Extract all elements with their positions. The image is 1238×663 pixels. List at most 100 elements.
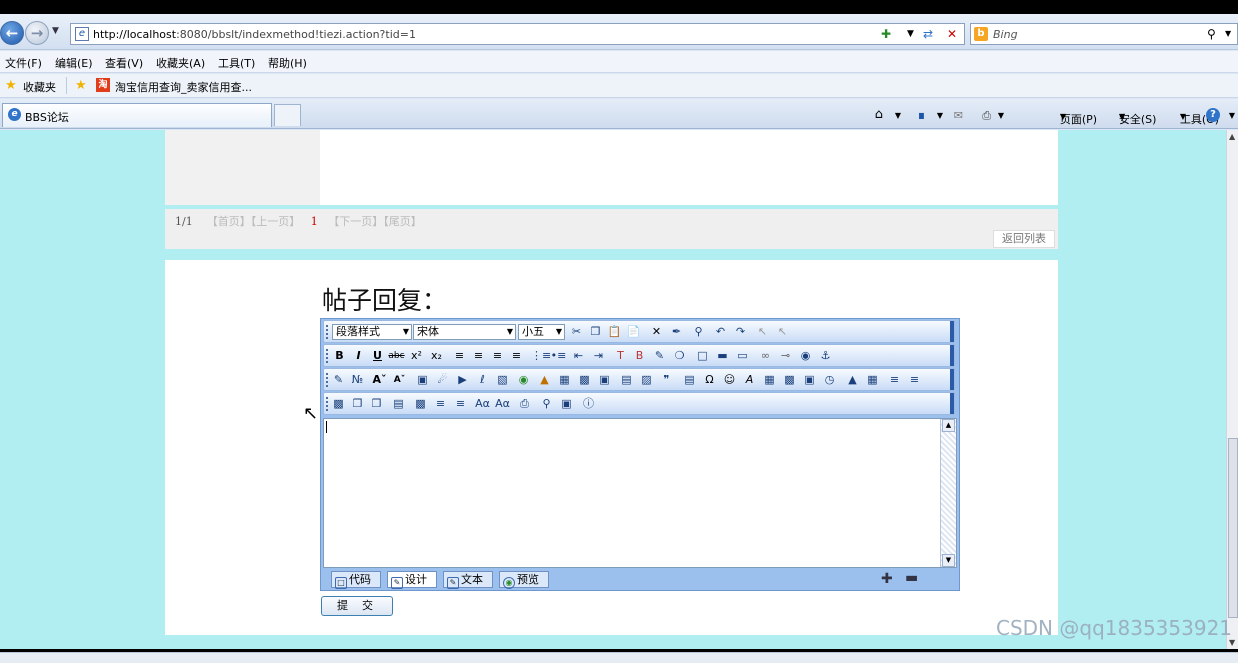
scroll-down-icon[interactable]: ▼ — [942, 554, 955, 567]
mode-code-tab[interactable]: □ 代码 — [331, 571, 381, 589]
fullscreen-icon[interactable]: ▣ — [558, 396, 575, 412]
print-icon[interactable]: ⎙ — [982, 109, 991, 123]
horizontal-rule-icon[interactable]: ▬ — [714, 348, 731, 364]
form-icon[interactable]: ▩ — [781, 372, 798, 388]
unordered-list-icon[interactable]: •≡ — [550, 348, 567, 364]
italic-icon[interactable]: I — [350, 348, 367, 364]
absolute-position-icon[interactable]: ▩ — [330, 396, 347, 412]
background-color-icon[interactable]: B — [631, 348, 648, 364]
font-smaller-icon[interactable]: Aˇ — [391, 372, 408, 388]
editor-scrollbar[interactable]: ▲ ▼ — [940, 419, 956, 567]
code-block-icon[interactable]: ▨ — [638, 372, 655, 388]
menu-view[interactable]: 查看(V) — [105, 55, 143, 71]
history-dropdown-icon[interactable]: ▼ — [52, 26, 59, 36]
menu-file[interactable]: 文件(F) — [5, 55, 42, 71]
scroll-up-icon[interactable]: ▲ — [1229, 132, 1235, 141]
copy-icon[interactable]: ❐ — [587, 324, 604, 340]
paragraph-style-select[interactable]: 段落样式 ▼ — [332, 324, 412, 340]
upload-icon[interactable]: ▲ — [536, 372, 553, 388]
attachment-icon[interactable]: ℓ — [474, 372, 491, 388]
submit-button[interactable]: 提交 — [321, 596, 393, 616]
date-icon[interactable]: ▤ — [681, 372, 698, 388]
font-larger-icon[interactable]: Aˇ — [371, 372, 388, 388]
justify-icon[interactable]: ≡ — [508, 348, 525, 364]
page-menu[interactable]: 页面(P) ▼ — [1060, 109, 1097, 126]
file-icon[interactable]: ▧ — [494, 372, 511, 388]
media-icon[interactable]: ▶ — [454, 372, 471, 388]
bring-forward-icon[interactable]: ❐ — [349, 396, 366, 412]
help-dropdown-icon[interactable]: ▼ — [1229, 111, 1235, 120]
search-icon[interactable]: ⚲ — [1207, 27, 1216, 41]
scrollbar-thumb[interactable] — [1228, 438, 1238, 618]
frame-icon[interactable]: ▤ — [390, 396, 407, 412]
tools-menu[interactable]: 工具(O) ▼ — [1180, 109, 1219, 126]
mode-design-tab[interactable]: ✎ 设计 — [387, 571, 437, 589]
subscript-icon[interactable]: x₂ — [428, 348, 445, 364]
help-icon[interactable]: ? — [1206, 108, 1220, 122]
delete-icon[interactable]: ✕ — [648, 324, 665, 340]
align-left-icon[interactable]: ≡ — [451, 348, 468, 364]
back-to-list-button[interactable]: 返回列表 — [993, 230, 1055, 248]
font-family-select[interactable]: 宋体 ▼ — [413, 324, 516, 340]
favorite-link-taobao[interactable]: 淘宝信用查询_卖家信用查... — [115, 79, 252, 95]
font-size-select[interactable]: 小五 ▼ — [518, 324, 565, 340]
outdent-icon[interactable]: ⇤ — [570, 348, 587, 364]
refresh-icon[interactable]: ⇄ — [923, 27, 933, 41]
mode-text-tab[interactable]: ✎ 文本 — [443, 571, 493, 589]
menu-favorites[interactable]: 收藏夹(A) — [156, 55, 205, 71]
insert-row-icon[interactable]: ≡ — [886, 372, 903, 388]
table-image-icon[interactable]: ▦ — [556, 372, 573, 388]
expand-editor-icon[interactable]: ✚ — [881, 571, 893, 587]
format-painter-icon[interactable]: ✎ — [651, 348, 668, 364]
search-input[interactable]: b Bing ⚲ ▼ — [970, 23, 1238, 45]
underline-icon[interactable]: U — [369, 348, 386, 364]
align-center-icon[interactable]: ≡ — [470, 348, 487, 364]
link-icon[interactable]: ∞ — [757, 348, 774, 364]
map-icon[interactable]: ◉ — [797, 348, 814, 364]
menu-tools[interactable]: 工具(T) — [218, 55, 255, 71]
scroll-up-icon[interactable]: ▲ — [942, 419, 955, 432]
feeds-icon[interactable]: ∎ — [918, 109, 925, 122]
editor-text-area[interactable]: ▲ ▼ — [323, 418, 957, 568]
gallery-icon[interactable]: ▩ — [576, 372, 593, 388]
screenshot-icon[interactable]: ▣ — [596, 372, 613, 388]
page-break-icon[interactable]: ▩ — [412, 396, 429, 412]
search-dropdown-icon[interactable]: ▼ — [1225, 29, 1231, 38]
anchor-icon[interactable]: ⚓ — [817, 348, 834, 364]
line-height-icon[interactable]: ≡ — [432, 396, 449, 412]
clean-format-icon[interactable]: ✒ — [668, 324, 685, 340]
strikethrough-icon[interactable]: abc — [388, 348, 405, 364]
mode-preview-tab[interactable]: ◉ 预览 — [499, 571, 549, 589]
flash-icon[interactable]: ☄ — [434, 372, 451, 388]
clock-icon[interactable]: ◷ — [821, 372, 838, 388]
add-favorite-icon[interactable]: ★ — [75, 78, 87, 93]
insert-column-icon[interactable]: ≡ — [906, 372, 923, 388]
unlink-icon[interactable]: ⊸ — [777, 348, 794, 364]
text-direction-icon[interactable]: ≡ — [452, 396, 469, 412]
paste-text-icon[interactable]: 📄 — [625, 324, 642, 340]
remove-format-icon[interactable]: ❍ — [671, 348, 688, 364]
cut-icon[interactable]: ✂ — [568, 324, 585, 340]
quote-icon[interactable]: ❞ — [658, 372, 675, 388]
align-right-icon[interactable]: ≡ — [489, 348, 506, 364]
menu-edit[interactable]: 编辑(E) — [55, 55, 93, 71]
marquee-icon[interactable]: ▭ — [734, 348, 751, 364]
ordered-list-icon[interactable]: ⋮≡ — [531, 348, 551, 364]
zoom-icon[interactable]: ⚲ — [538, 396, 555, 412]
select-all-icon[interactable]: ↖ — [754, 324, 771, 340]
home-icon[interactable]: ⌂ — [875, 107, 883, 122]
bold-icon[interactable]: B — [331, 348, 348, 364]
art-text-icon[interactable]: A — [741, 372, 758, 388]
shrink-editor-icon[interactable]: ▬ — [905, 570, 918, 586]
omega-icon[interactable]: Ω — [701, 372, 718, 388]
mail-icon[interactable]: ✉ — [954, 109, 963, 122]
favorites-button[interactable]: 收藏夹 — [23, 79, 56, 95]
find-icon[interactable]: ⚲ — [690, 324, 707, 340]
tab-bbs[interactable]: e BBS论坛 — [2, 103, 272, 127]
paragraph-icon[interactable]: □ — [694, 348, 711, 364]
superscript-icon[interactable]: x² — [408, 348, 425, 364]
stop-icon[interactable]: ✕ — [947, 27, 957, 41]
layer-icon[interactable]: ▲ — [844, 372, 861, 388]
counter-icon[interactable]: ▣ — [801, 372, 818, 388]
new-tab-button[interactable] — [274, 104, 301, 126]
